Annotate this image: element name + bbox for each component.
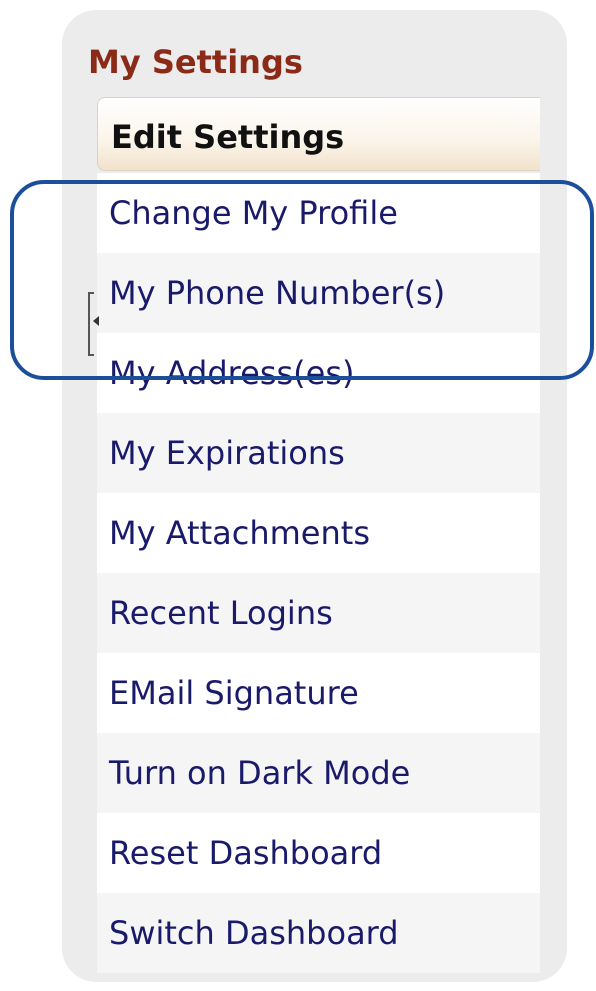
- menu-item-my-addresses[interactable]: My Address(es): [97, 333, 540, 413]
- menu-item-my-attachments[interactable]: My Attachments: [97, 493, 540, 573]
- menu-item-recent-logins[interactable]: Recent Logins: [97, 573, 540, 653]
- menu-item-change-my-profile[interactable]: Change My Profile: [97, 173, 540, 253]
- menu-header-edit-settings: Edit Settings: [97, 97, 540, 171]
- menu-item-switch-dashboard[interactable]: Switch Dashboard: [97, 893, 540, 973]
- menu-item-my-expirations[interactable]: My Expirations: [97, 413, 540, 493]
- settings-menu: Edit Settings Change My Profile My Phone…: [97, 97, 540, 973]
- menu-item-reset-dashboard[interactable]: Reset Dashboard: [97, 813, 540, 893]
- cursor-pointer-icon: [93, 316, 99, 326]
- menu-item-my-phone-numbers[interactable]: My Phone Number(s): [97, 253, 540, 333]
- menu-item-turn-on-dark-mode[interactable]: Turn on Dark Mode: [97, 733, 540, 813]
- menu-item-email-signature[interactable]: EMail Signature: [97, 653, 540, 733]
- panel-title: My Settings: [88, 43, 303, 81]
